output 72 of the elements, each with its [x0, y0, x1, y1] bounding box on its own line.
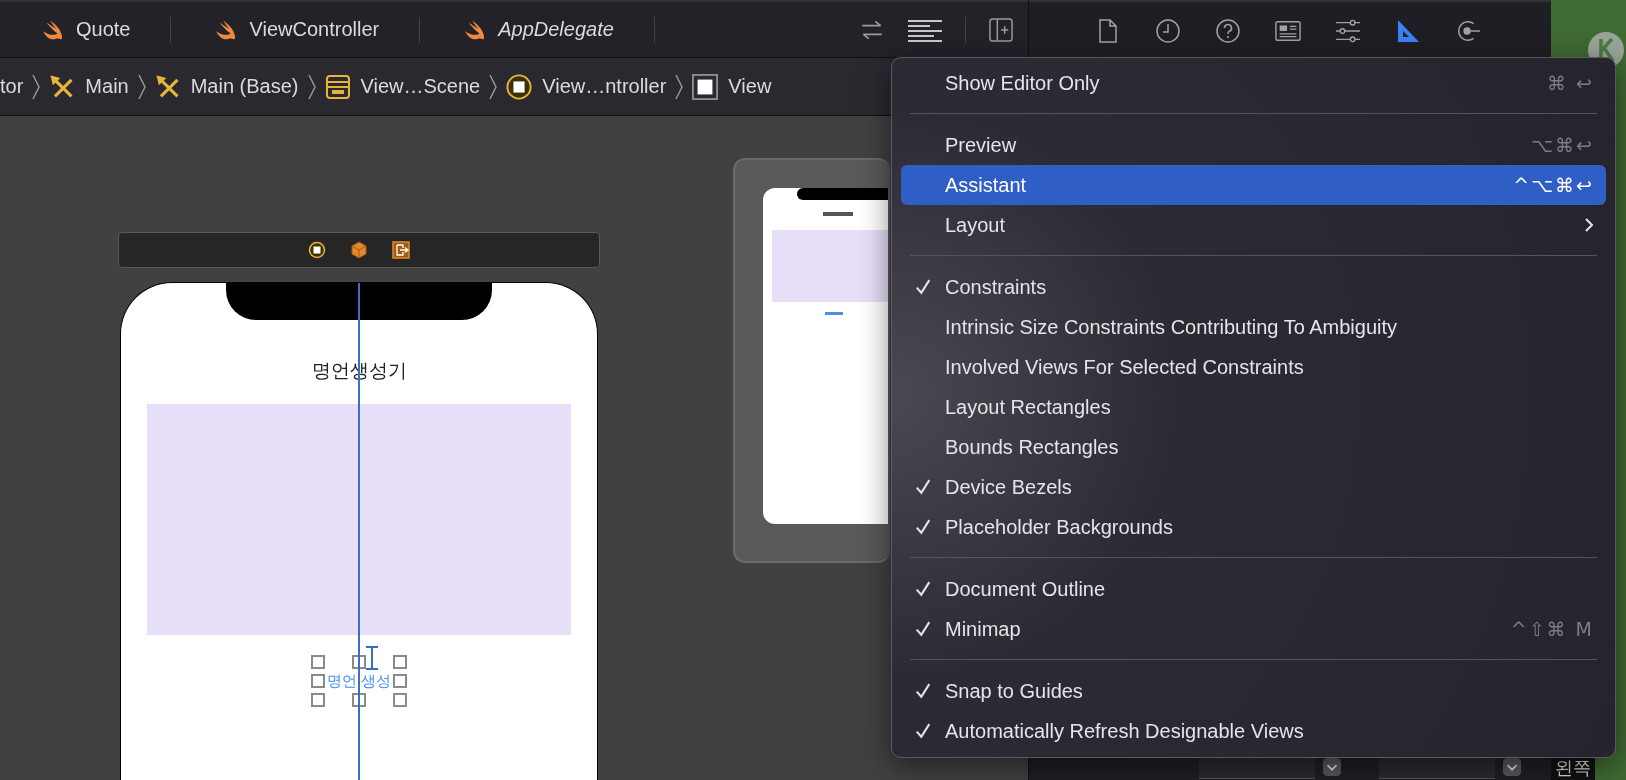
- exit-icon[interactable]: [392, 241, 410, 259]
- shortcut-label: ⌘ ↩: [1547, 72, 1594, 94]
- chevron-icon: [306, 73, 317, 100]
- menu-item[interactable]: Layout: [901, 205, 1606, 245]
- menu-item-label: Layout: [945, 213, 1006, 237]
- menu-item-label: Automatically Refresh Designable Views: [945, 719, 1304, 743]
- menu-item-label: Assistant: [945, 173, 1027, 197]
- menu-item-label: Device Bezels: [945, 475, 1072, 499]
- file-tab[interactable]: ViewController: [215, 18, 420, 41]
- pencil-ruler-icon: [154, 73, 181, 100]
- menu-item-label: Show Editor Only: [945, 71, 1100, 95]
- checkmark-icon: [915, 723, 931, 739]
- menu-item[interactable]: Automatically Refresh Designable Views: [901, 711, 1606, 751]
- selection-handles[interactable]: [311, 655, 407, 707]
- checkmark-icon: [915, 519, 931, 535]
- menu-item[interactable]: Placeholder Backgrounds: [901, 507, 1606, 547]
- checkmark-icon: [915, 621, 931, 637]
- clock-icon[interactable]: [1155, 18, 1181, 44]
- lines-icon[interactable]: [907, 17, 943, 42]
- checkmark-icon: [915, 683, 931, 699]
- file-tab[interactable]: Quote: [42, 18, 171, 41]
- menu-item[interactable]: Bounds Rectangles: [901, 427, 1606, 467]
- menu-item-label: Constraints: [945, 275, 1047, 299]
- menu-item-label: Preview: [945, 133, 1017, 157]
- menu-item-label: Layout Rectangles: [945, 395, 1111, 419]
- chevron-icon: [1584, 217, 1594, 233]
- checkmark-icon: [915, 479, 931, 495]
- chevron-icon: [136, 73, 147, 100]
- connection-icon[interactable]: [1455, 18, 1481, 44]
- minimap-drawing[interactable]: [763, 188, 888, 524]
- menu-item[interactable]: Constraints: [901, 267, 1606, 307]
- spacing-constraint-icon: [364, 646, 380, 670]
- add-editor-icon[interactable]: [988, 17, 1014, 42]
- breadcrumb-item[interactable]: Main: [49, 73, 129, 100]
- help-icon[interactable]: [1215, 18, 1241, 44]
- shortcut-label: ^⇧⌘ M: [1510, 618, 1594, 640]
- menu-item-label: Document Outline: [945, 577, 1106, 601]
- menu-item[interactable]: Show Editor Only ⌘ ↩: [901, 63, 1606, 103]
- cube-icon[interactable]: [350, 241, 368, 259]
- menu-item-label: Snap to Guides: [945, 679, 1083, 703]
- square-icon: [692, 73, 719, 100]
- menu-item-label: Involved Views For Selected Constraints: [945, 355, 1304, 379]
- chevron-icon: [674, 73, 685, 100]
- shortcut-label: ^⌥⌘↩: [1513, 174, 1594, 196]
- ruler-triangle-icon[interactable]: [1395, 18, 1421, 44]
- checkmark-icon: [915, 581, 931, 597]
- menu-item[interactable]: Intrinsic Size Constraints Contributing To Ambiguity: [901, 307, 1606, 347]
- breadcrumb-item[interactable]: View: [692, 73, 772, 100]
- menu-item[interactable]: Snap to Guides: [901, 671, 1606, 711]
- menu-item-label: Bounds Rectangles: [945, 435, 1119, 459]
- menu-item[interactable]: Minimap ^⇧⌘ M: [901, 609, 1606, 649]
- menu-item[interactable]: Preview ⌥⌘↩: [901, 125, 1606, 165]
- shortcut-label: ⌥⌘↩: [1531, 134, 1594, 156]
- breadcrumb-item[interactable]: tor: [0, 75, 24, 98]
- menu-item[interactable]: Device Bezels: [901, 467, 1606, 507]
- scene-icon: [324, 73, 351, 100]
- checkmark-icon: [915, 279, 931, 295]
- sliders-icon[interactable]: [1335, 18, 1361, 44]
- file-tab[interactable]: AppDelegate: [464, 18, 654, 41]
- breadcrumb-item[interactable]: View…Scene: [324, 73, 481, 100]
- menu-item[interactable]: Document Outline: [901, 569, 1606, 609]
- menu-item[interactable]: Involved Views For Selected Constraints: [901, 347, 1606, 387]
- id-card-icon[interactable]: [1275, 18, 1301, 44]
- breadcrumb-item[interactable]: Main (Base): [154, 73, 299, 100]
- menu-item[interactable]: Layout Rectangles: [901, 387, 1606, 427]
- menu-item-label: Placeholder Backgrounds: [945, 515, 1173, 539]
- menu-item[interactable]: Assistant ^⌥⌘↩: [901, 165, 1606, 205]
- menu-item-label: Minimap: [945, 617, 1021, 641]
- breadcrumb-item[interactable]: View…ntroller: [506, 73, 667, 100]
- chevron-icon: [31, 73, 42, 100]
- chevron-icon: [488, 73, 499, 100]
- menu-item-label: Intrinsic Size Constraints Contributing To Ambiguity: [945, 315, 1398, 339]
